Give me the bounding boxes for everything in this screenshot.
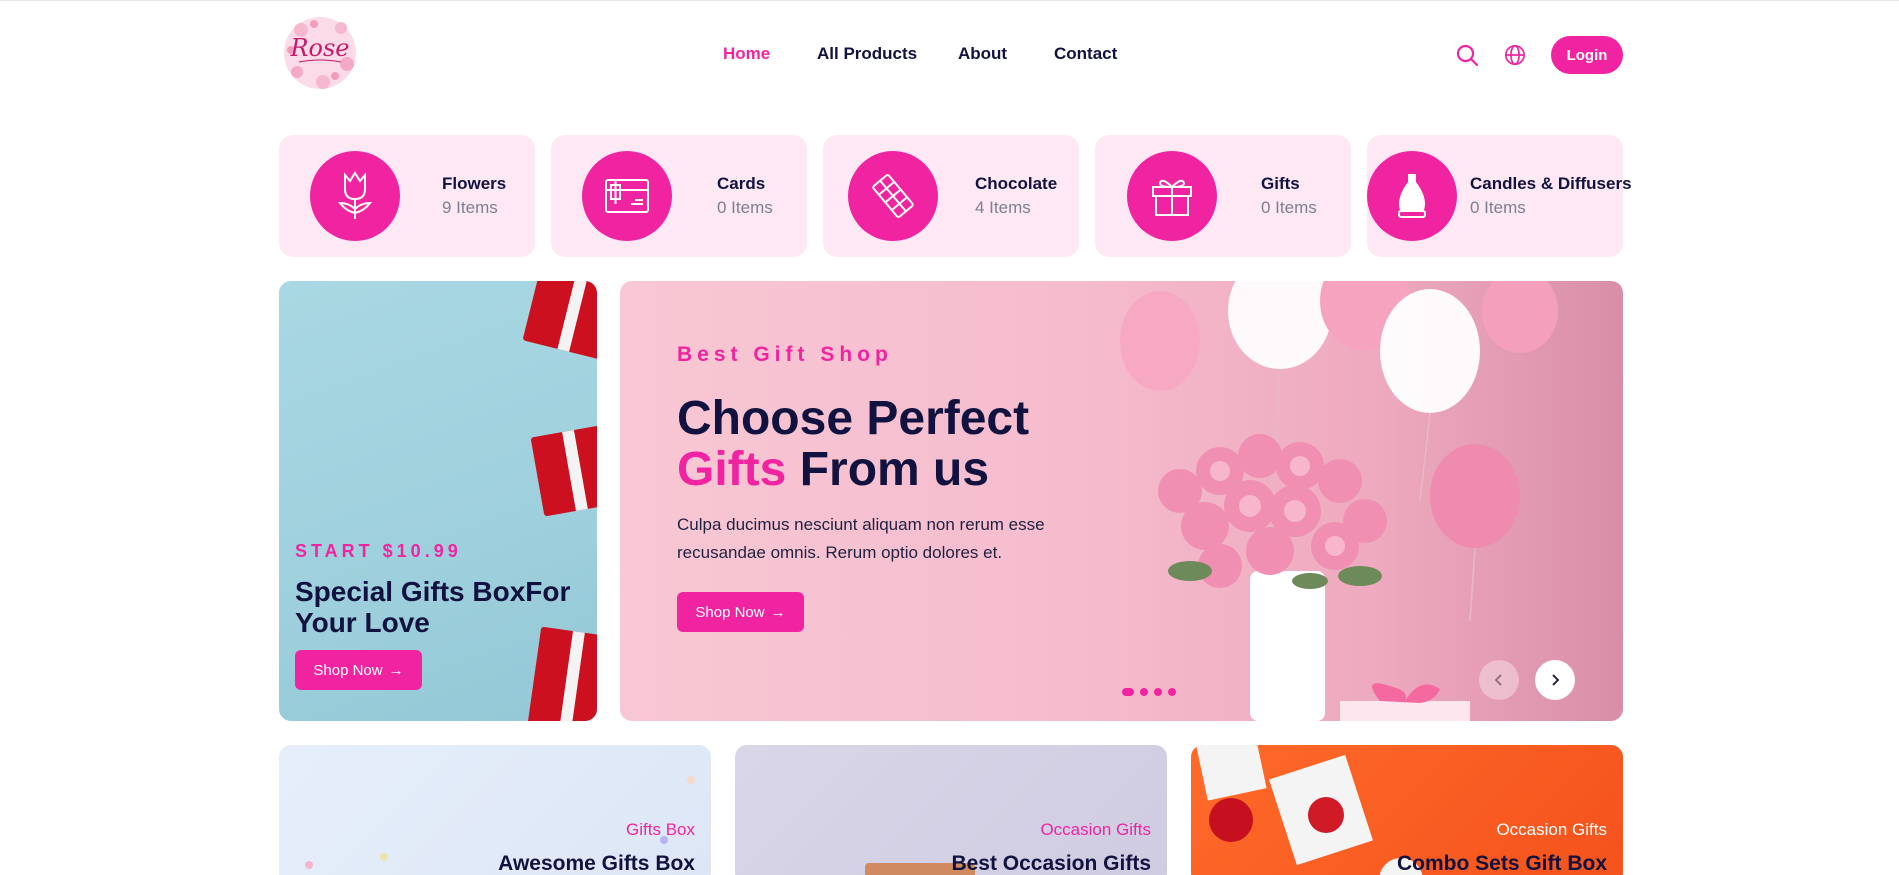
gift-box-image xyxy=(530,425,597,517)
slider-next-button[interactable] xyxy=(1535,660,1575,700)
category-count: 4 Items xyxy=(975,198,1031,217)
shop-now-label: Shop Now xyxy=(695,603,765,621)
hero-eyebrow: Best Gift Shop xyxy=(677,343,893,366)
hero-title-highlight: Gifts xyxy=(677,443,787,496)
slider-prev-button[interactable] xyxy=(1479,660,1519,700)
category-flowers[interactable]: Flowers 9 Items xyxy=(279,135,535,257)
nav-contact[interactable]: Contact xyxy=(1054,44,1117,64)
promo-price-tag: START $10.99 xyxy=(295,541,462,561)
login-button[interactable]: Login xyxy=(1551,36,1623,74)
category-cards[interactable]: Cards 0 Items xyxy=(551,135,807,257)
hero-description: Culpa ducimus nesciunt aliquam non rerum… xyxy=(677,515,1045,562)
promo-title: Special Gifts BoxFor Your Love xyxy=(295,576,571,638)
card-title: Awesome Gifts Box xyxy=(498,852,695,875)
hero-title-rest: From us xyxy=(799,443,990,496)
category-gifts[interactable]: Gifts 0 Items xyxy=(1095,135,1351,257)
arrow-right-icon: → xyxy=(388,661,404,679)
chevron-right-icon xyxy=(1552,674,1560,686)
tulip-icon xyxy=(310,151,400,241)
promo-banner-gift-box: START $10.99 Special Gifts BoxFor Your L… xyxy=(279,281,597,721)
category-candles-diffusers[interactable]: Candles & Diffusers 0 Items xyxy=(1367,135,1632,257)
hero-title: Choose Perfect Gifts From us xyxy=(677,393,1029,495)
hero-title-line1: Choose Perfect xyxy=(677,392,1030,445)
hero-shop-now-button[interactable]: Shop Now → xyxy=(677,592,804,632)
slider-dot[interactable] xyxy=(1140,688,1148,696)
promo-card-occasion-gifts[interactable]: Occasion Gifts Best Occasion Gifts xyxy=(735,745,1167,875)
category-name: Flowers xyxy=(442,174,507,193)
promo-card-gifts-box[interactable]: Gifts Box Awesome Gifts Box xyxy=(279,745,711,875)
card-title: Best Occasion Gifts xyxy=(951,852,1151,875)
card-label: Occasion Gifts xyxy=(1496,820,1607,839)
category-count: 0 Items xyxy=(1470,198,1526,217)
card-title: Combo Sets Gift Box xyxy=(1396,852,1607,875)
category-chocolate[interactable]: Chocolate 4 Items xyxy=(823,135,1079,257)
nav-about[interactable]: About xyxy=(958,44,1007,64)
hero-title-line2: Gifts From us xyxy=(677,444,1029,495)
chocolate-icon xyxy=(848,151,938,241)
category-name: Candles & Diffusers xyxy=(1470,174,1632,193)
globe-icon[interactable] xyxy=(1501,41,1529,69)
card-label: Occasion Gifts xyxy=(1040,820,1151,839)
card-label: Gifts Box xyxy=(626,820,695,839)
shop-now-label: Shop Now xyxy=(313,661,383,679)
category-count: 9 Items xyxy=(442,198,498,217)
gift-box-image xyxy=(527,626,597,721)
gift-box-image xyxy=(522,281,597,360)
promo-card-combo-sets[interactable]: Occasion Gifts Combo Sets Gift Box xyxy=(1191,745,1623,875)
slider-dot[interactable] xyxy=(1122,688,1134,696)
card-icon xyxy=(582,151,672,241)
diffuser-icon xyxy=(1367,151,1457,241)
hero-slider: Best Gift Shop Choose Perfect Gifts From… xyxy=(620,281,1623,721)
slider-dot[interactable] xyxy=(1154,688,1162,696)
shop-now-button[interactable]: Shop Now → xyxy=(295,650,422,690)
gift-icon xyxy=(1127,151,1217,241)
category-name: Chocolate xyxy=(975,174,1058,193)
category-name: Gifts xyxy=(1261,174,1300,193)
search-icon[interactable] xyxy=(1453,41,1481,69)
chevron-left-icon xyxy=(1494,674,1502,686)
nav-all-products[interactable]: All Products xyxy=(817,44,917,64)
category-count: 0 Items xyxy=(717,198,773,217)
category-count: 0 Items xyxy=(1261,198,1317,217)
slider-dots xyxy=(1122,688,1176,696)
slider-dot[interactable] xyxy=(1168,688,1176,696)
category-name: Cards xyxy=(717,174,766,193)
top-border xyxy=(0,0,1899,1)
nav-home[interactable]: Home xyxy=(723,44,770,64)
arrow-right-icon: → xyxy=(770,603,786,621)
